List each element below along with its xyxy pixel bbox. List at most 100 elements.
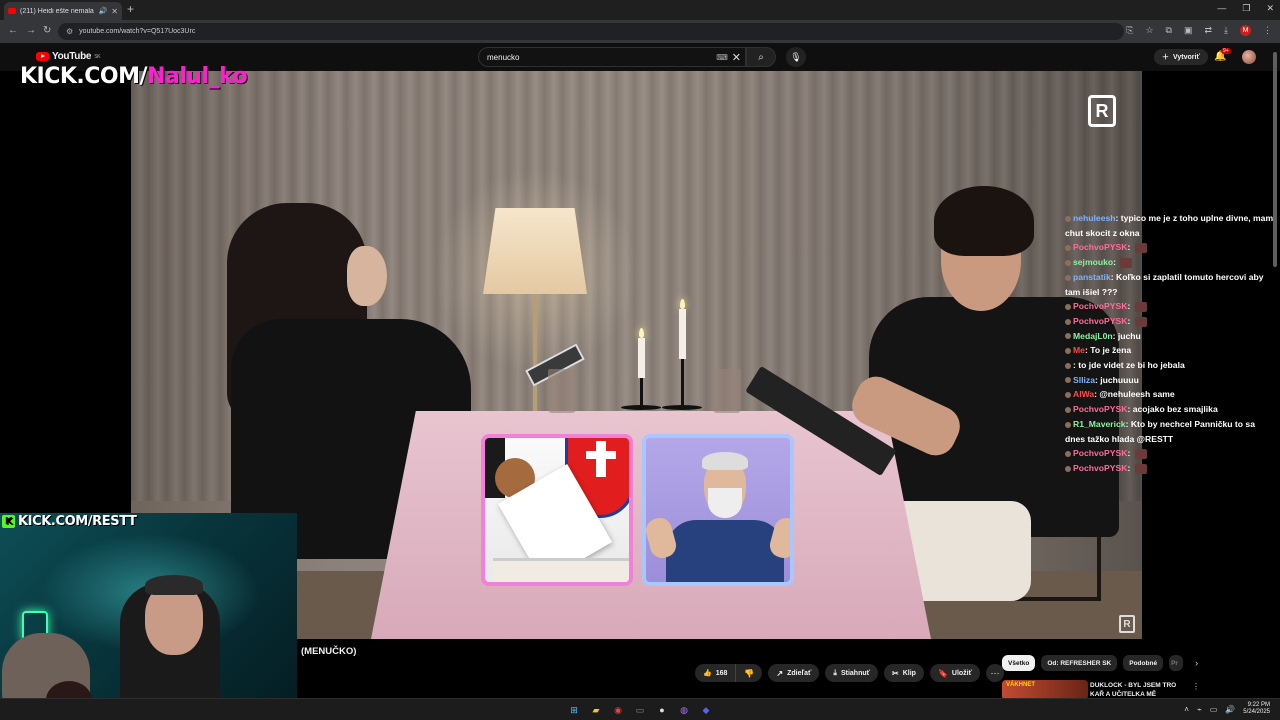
kick-handle: Nalul_ko xyxy=(147,64,248,89)
youtube-play-icon xyxy=(36,52,49,61)
video-actions: 👍 168 👎 ↗ Zdieľať ⤓ Stiahnuť ✂ Klip 🔖 Ul… xyxy=(695,664,1004,682)
chat-text: To je žena xyxy=(1090,345,1132,356)
clock-date: 5/24/2025 xyxy=(1243,709,1270,715)
extensions-icon[interactable]: ⧉ xyxy=(1166,25,1172,36)
ballot-image-card xyxy=(481,434,633,586)
chat-username[interactable]: PochvoPYSK xyxy=(1073,463,1127,473)
browser-tabbar: (211) Heidi ešte nemala vz 🔊 ✕ + — ❐ ✕ xyxy=(0,0,1280,20)
chat-username[interactable]: nehuleesh xyxy=(1073,213,1116,223)
recommended-more-icon[interactable]: ⋮ xyxy=(1192,682,1200,691)
new-tab-button[interactable]: + xyxy=(127,2,134,16)
github-icon[interactable]: ● xyxy=(654,702,670,718)
chat-username[interactable]: AlWa xyxy=(1073,389,1094,399)
tray-chevron-icon[interactable]: ˄ xyxy=(1184,705,1189,714)
emote-icon xyxy=(1120,257,1133,268)
candle-base-left xyxy=(621,405,661,410)
chrome-icon[interactable]: ◉ xyxy=(610,702,626,718)
settings-icon[interactable]: ⇄ xyxy=(1204,25,1212,36)
like-button[interactable]: 👍 168 xyxy=(695,664,737,682)
chip-all[interactable]: Všetko xyxy=(1002,655,1036,671)
chat-text: juchu xyxy=(1117,330,1141,341)
back-icon[interactable]: ← xyxy=(8,25,18,36)
youtube-logo-text: YouTube xyxy=(52,51,92,62)
clip-button[interactable]: ✂ Klip xyxy=(884,664,924,682)
refresher-logo-icon: R xyxy=(1088,95,1116,127)
chat-username[interactable]: PochvoPYSK xyxy=(1073,316,1127,326)
share-button[interactable]: ↗ Zdieľať xyxy=(768,664,820,682)
clear-search-icon[interactable]: ✕ xyxy=(732,51,741,64)
keyboard-icon[interactable]: ⌨ xyxy=(716,53,728,62)
speaker-icon[interactable]: 🔊 xyxy=(99,7,108,15)
windows-start-icon[interactable]: ⊞ xyxy=(566,702,582,718)
thumbs-up-icon: 👍 xyxy=(703,670,712,677)
network-icon[interactable]: ⌁ xyxy=(1197,705,1202,714)
dislike-button[interactable]: 👎 xyxy=(736,664,762,682)
reload-icon[interactable]: ↻ xyxy=(43,25,51,36)
chat-message: R1_Maverick: Kto by nechcel Panničku to … xyxy=(1065,417,1277,446)
volume-icon[interactable]: 🔊 xyxy=(1225,705,1235,714)
candle-flame-left xyxy=(639,328,644,338)
chat-username[interactable]: R1_Maverick xyxy=(1073,419,1126,429)
bookmark-star-icon[interactable]: ☆ xyxy=(1145,25,1153,36)
forward-icon[interactable]: → xyxy=(26,25,36,36)
voice-search-button[interactable]: 🎙 xyxy=(786,47,806,67)
chat-username[interactable]: PochvoPYSK xyxy=(1073,448,1127,458)
chat-username[interactable]: panstatik xyxy=(1073,272,1111,282)
chat-separator: : xyxy=(1127,462,1133,473)
create-button[interactable]: ＋ Vytvoriť xyxy=(1154,49,1208,65)
notifications-button[interactable]: 🔔 9+ xyxy=(1214,48,1231,62)
search-button[interactable]: ⌕ xyxy=(746,47,776,67)
close-window-icon[interactable]: ✕ xyxy=(1266,3,1274,14)
install-icon[interactable]: ⎘ xyxy=(1126,25,1133,36)
chat-username[interactable]: sejmouko xyxy=(1073,257,1113,267)
chat-username[interactable]: PochvoPYSK xyxy=(1073,242,1127,252)
maximize-icon[interactable]: ❐ xyxy=(1242,3,1250,14)
user-badge-icon xyxy=(1065,421,1071,428)
site-info-icon[interactable]: ⚙ xyxy=(66,27,73,36)
chat-username[interactable]: Slliza xyxy=(1073,375,1095,385)
chat-message: Slliza: juchuuuu xyxy=(1065,373,1277,388)
terminal-icon[interactable]: ▭ xyxy=(632,702,648,718)
discord-icon[interactable]: ◆ xyxy=(698,702,714,718)
close-tab-icon[interactable]: ✕ xyxy=(111,7,118,16)
chat-text: acojako bez smajlika xyxy=(1132,404,1218,415)
recommended-thumbnail[interactable]: VÁKHNET xyxy=(1002,680,1088,700)
url-field[interactable]: ⚙ youtube.com/watch?v=Q517Uoc3Urc xyxy=(58,23,1124,40)
chat-text: to jde videt ze bi ho jebala xyxy=(1078,360,1185,371)
download-icon[interactable]: ⤓ xyxy=(1224,25,1228,36)
browser-tab[interactable]: (211) Heidi ešte nemala vz 🔊 ✕ xyxy=(4,2,122,20)
user-badge-icon xyxy=(1065,392,1071,399)
window-controls: — ❐ ✕ xyxy=(1217,3,1274,14)
chevron-right-icon[interactable]: › xyxy=(1195,658,1198,668)
chip-from-channel[interactable]: Od: REFRESHER SK xyxy=(1041,655,1118,671)
chat-separator: : xyxy=(1127,242,1133,253)
glass-right xyxy=(713,369,741,413)
shrugging-man-card xyxy=(642,434,794,586)
save-button[interactable]: 🔖 Uložiť xyxy=(929,664,980,682)
chat-username[interactable]: PochvoPYSK xyxy=(1073,301,1127,311)
minimize-icon[interactable]: — xyxy=(1217,3,1226,14)
system-clock[interactable]: 9:22 PM 5/24/2025 xyxy=(1243,702,1270,716)
sidepanel-icon[interactable]: ▣ xyxy=(1184,25,1193,36)
chat-username[interactable]: Me xyxy=(1073,345,1085,355)
menu-kebab-icon[interactable]: ⋮ xyxy=(1263,25,1272,36)
recommended-title[interactable]: DUKLOCK - BYL JSEM TRO KAŘ A UČITELKA MĚ xyxy=(1090,681,1190,699)
obs-icon[interactable]: ◍ xyxy=(676,702,692,718)
chat-username[interactable]: MedajL0n xyxy=(1073,331,1113,341)
search-input[interactable]: menucko ⌨ ✕ xyxy=(478,47,746,67)
youtube-logo[interactable]: YouTube SK xyxy=(36,51,101,62)
cross-vertical xyxy=(596,441,606,477)
chat-username[interactable]: PochvoPYSK xyxy=(1073,404,1127,414)
file-explorer-icon[interactable]: ▰ xyxy=(588,702,604,718)
profile-avatar-icon[interactable]: M xyxy=(1240,25,1251,36)
download-label: Stiahnuť xyxy=(840,669,870,677)
account-avatar[interactable] xyxy=(1242,50,1256,64)
download-button[interactable]: ⤓ Stiahnuť xyxy=(825,664,878,682)
cross-horizontal xyxy=(586,451,616,459)
battery-icon[interactable]: ▭ xyxy=(1210,705,1218,714)
chip-truncated[interactable]: Pr xyxy=(1169,655,1184,671)
chip-similar[interactable]: Podobné xyxy=(1123,655,1164,671)
page-scrollbar[interactable] xyxy=(1273,52,1277,267)
save-label: Uložiť xyxy=(951,669,972,677)
polo-shirt xyxy=(666,520,784,582)
